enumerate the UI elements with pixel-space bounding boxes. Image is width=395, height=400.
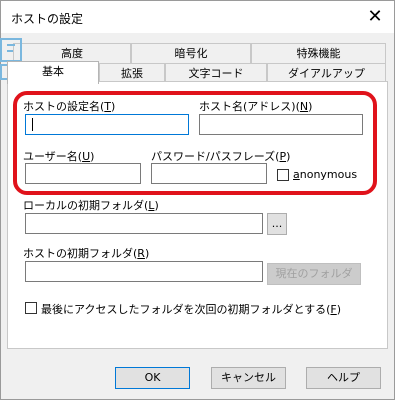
browse-button[interactable]: ...	[267, 213, 287, 235]
username-label: ユーザー名(U)	[23, 150, 95, 163]
username-input[interactable]	[25, 163, 141, 184]
host-setting-name-input[interactable]	[25, 114, 189, 135]
tab-basic[interactable]: 基本	[7, 61, 99, 84]
host-settings-dialog: ホストの設定 ✕ 高度 暗号化 特殊機能 基本 拡張 文字コード ダイアルアップ…	[0, 0, 395, 400]
last-folder-label: 最後にアクセスしたフォルダを次回の初期フォルダとする(F)	[41, 303, 342, 316]
tab-special[interactable]: 特殊機能	[251, 43, 386, 63]
cancel-button[interactable]: キャンセル	[211, 367, 286, 389]
host-setting-name-label: ホストの設定名(T)	[23, 100, 116, 113]
help-button[interactable]: ヘルプ	[306, 367, 381, 389]
host-address-label: ホスト名(アドレス)(N)	[199, 100, 313, 113]
tab-dialup[interactable]: ダイアルアップ	[267, 63, 386, 83]
host-address-input[interactable]	[199, 114, 363, 135]
host-folder-label: ホストの初期フォルダ(R)	[23, 247, 150, 260]
window-title: ホストの設定	[11, 12, 84, 26]
password-label: パスワード/パスフレーズ(P)	[151, 150, 291, 163]
last-folder-checkbox[interactable]	[25, 302, 37, 314]
local-folder-input[interactable]	[25, 213, 263, 234]
ok-button[interactable]: OK	[115, 367, 190, 389]
password-input[interactable]	[151, 163, 267, 184]
title-bar: ホストの設定 ✕	[1, 1, 394, 33]
anonymous-label: anonymous	[293, 168, 358, 181]
close-button[interactable]: ✕	[360, 3, 390, 31]
current-folder-button[interactable]: 現在のフォルダ	[267, 263, 361, 285]
tab-extended[interactable]: 拡張	[99, 63, 165, 83]
anonymous-checkbox[interactable]	[277, 169, 289, 181]
host-folder-input[interactable]	[25, 261, 263, 282]
tab-encryption[interactable]: 暗号化	[131, 43, 251, 63]
tab-charset[interactable]: 文字コード	[165, 63, 267, 83]
local-folder-label: ローカルの初期フォルダ(L)	[23, 199, 159, 212]
